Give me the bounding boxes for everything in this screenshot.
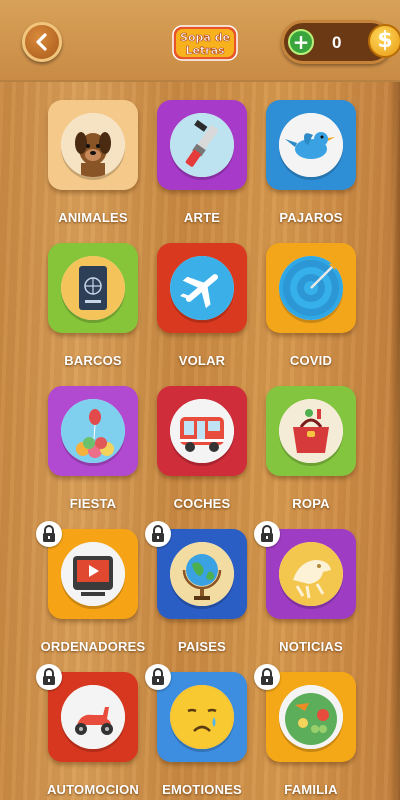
category-label: AUTOMOCION xyxy=(46,782,140,797)
category-label: COCHES xyxy=(173,496,231,511)
category-tile-fiesta[interactable] xyxy=(48,386,138,476)
category-tile-animales[interactable] xyxy=(48,100,138,190)
lock-icon xyxy=(36,521,62,547)
logo-line2: Letras xyxy=(185,44,225,57)
category-label: ROPA xyxy=(292,496,330,511)
paintbrush-icon xyxy=(170,113,234,177)
food-plate-icon xyxy=(279,685,343,749)
category-label: ORDENADORES xyxy=(40,639,146,654)
lock-icon xyxy=(254,521,280,547)
category-label: NOTICIAS xyxy=(279,639,343,654)
category-tile-pajaros[interactable] xyxy=(266,100,356,190)
category-label: EMOTIONES xyxy=(162,782,242,797)
dog-icon xyxy=(61,113,125,177)
back-button[interactable] xyxy=(22,22,62,62)
lock-icon xyxy=(145,664,171,690)
plus-icon[interactable]: + xyxy=(288,29,314,55)
handbag-icon xyxy=(279,399,343,463)
category-label: FAMILIA xyxy=(284,782,338,797)
game-logo: Sopa de Letras xyxy=(172,25,238,61)
category-label: FIESTA xyxy=(69,496,117,511)
bird-icon xyxy=(279,113,343,177)
category-tile-ropa[interactable] xyxy=(266,386,356,476)
airplane-icon xyxy=(170,256,234,320)
lock-icon xyxy=(254,664,280,690)
category-tile-arte[interactable] xyxy=(157,100,247,190)
target-icon xyxy=(279,256,343,320)
category-label: ANIMALES xyxy=(58,210,128,225)
dollar-coin-icon: $ xyxy=(368,24,400,58)
edge-shadow xyxy=(390,80,400,800)
category-label: VOLAR xyxy=(178,353,226,368)
bus-icon xyxy=(170,399,234,463)
dinosaur-icon xyxy=(279,542,343,606)
video-player-icon xyxy=(61,542,125,606)
category-tile-barcos[interactable] xyxy=(48,243,138,333)
passport-icon xyxy=(61,256,125,320)
top-bar: Sopa de Letras + 0 $ xyxy=(0,0,400,82)
lock-icon xyxy=(145,521,171,547)
category-label: PAISES xyxy=(178,639,226,654)
lock-icon xyxy=(36,664,62,690)
category-label: BARCOS xyxy=(64,353,122,368)
balloons-icon xyxy=(61,399,125,463)
category-tile-covid[interactable] xyxy=(266,243,356,333)
category-tile-coches[interactable] xyxy=(157,386,247,476)
category-label: ARTE xyxy=(183,210,221,225)
globe-icon xyxy=(170,542,234,606)
scooter-icon xyxy=(61,685,125,749)
category-label: PAJAROS xyxy=(279,210,343,225)
coin-counter: + 0 $ xyxy=(281,20,400,64)
coin-count: 0 xyxy=(332,33,342,52)
logo-line1: Sopa de xyxy=(180,31,230,44)
category-tile-volar[interactable] xyxy=(157,243,247,333)
sad-face-icon xyxy=(170,685,234,749)
chevron-left-icon xyxy=(36,33,47,51)
category-label: COVID xyxy=(289,353,333,368)
